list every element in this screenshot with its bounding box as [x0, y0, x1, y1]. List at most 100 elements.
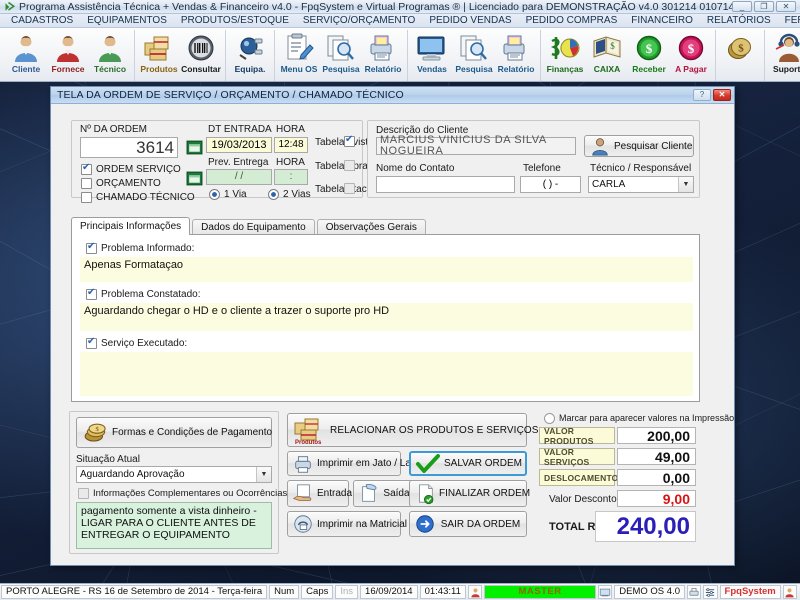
- money-chart-icon: [550, 37, 580, 59]
- menu-item-relat-rios[interactable]: RELATÓRIOS: [700, 14, 778, 28]
- checkbox-info-complementares[interactable]: [78, 488, 89, 499]
- service-order-title-text: TELA DA ORDEM DE SERVIÇO / ORÇAMENTO / C…: [57, 89, 404, 101]
- checkbox-tabela-avista[interactable]: [344, 134, 355, 147]
- toolbar-button-relat-rio[interactable]: Relatório: [495, 30, 537, 80]
- menu-item-financeiro[interactable]: FINANCEIRO: [624, 14, 700, 28]
- toolbar-button-relat-rio[interactable]: Relatório: [362, 30, 404, 80]
- finalizar-ordem-label: FINALIZAR ORDEM: [439, 488, 531, 499]
- toolbar-button-produtos[interactable]: Produtos: [138, 30, 180, 80]
- relacionar-produtos-button[interactable]: Produtos RELACIONAR OS PRODUTOS E SERVIÇ…: [287, 413, 538, 447]
- label-servico-executado: Serviço Executado:: [101, 338, 188, 349]
- checkbox-tabela-aprazo[interactable]: [344, 160, 355, 171]
- toolbar-button-a-pagar[interactable]: $ A Pagar: [670, 30, 712, 80]
- toolbar-button-vendas[interactable]: Vendas: [411, 30, 453, 80]
- form-close-button[interactable]: ✕: [713, 89, 731, 101]
- help-button[interactable]: ?: [693, 89, 711, 101]
- printer-icon[interactable]: [687, 585, 702, 599]
- finalizar-ordem-button[interactable]: FINALIZAR ORDEM: [409, 480, 531, 507]
- toolbar-button-equipa[interactable]: Equipa.: [229, 30, 271, 80]
- tab-principais-informa-es[interactable]: Principais Informações: [71, 217, 191, 235]
- toolbar-button-t-cnico[interactable]: Técnico: [89, 30, 131, 80]
- menu-item-equipamentos[interactable]: EQUIPAMENTOS: [80, 14, 174, 28]
- toolbar-button-caixa[interactable]: $ CAIXA: [586, 30, 628, 80]
- toolbar-button-pesquisa[interactable]: Pesquisa: [453, 30, 495, 80]
- toolbar-button-consultar[interactable]: Consultar: [180, 30, 222, 80]
- chevron-down-icon[interactable]: ▼: [678, 177, 693, 192]
- prev-entrega-input[interactable]: / /: [206, 169, 272, 185]
- dt-entrada-input[interactable]: 19/03/2013: [206, 137, 272, 153]
- tecnico-combo-value: CARLA: [592, 179, 626, 190]
- checkbox-chamado-tecnico[interactable]: [81, 192, 92, 203]
- menu-item-ferramentas[interactable]: FERRAMENTAS: [778, 14, 800, 28]
- toolbar-button-pesquisa[interactable]: Pesquisa: [320, 30, 362, 80]
- menu-item-pedido-vendas[interactable]: PEDIDO VENDAS: [422, 14, 518, 28]
- calendar-icon-entrega[interactable]: [186, 170, 203, 187]
- toolbar-button-fornece[interactable]: Fornece: [47, 30, 89, 80]
- sair-da-ordem-button[interactable]: SAIR DA ORDEM: [409, 511, 527, 537]
- order-number-input[interactable]: 3614: [80, 137, 178, 158]
- tecnico-combo[interactable]: CARLA ▼: [588, 176, 694, 193]
- checkbox-orcamento[interactable]: [81, 178, 92, 189]
- toolbar-button-cliente[interactable]: Cliente: [5, 30, 47, 80]
- contact-name-input[interactable]: [376, 176, 515, 193]
- calendar-icon-entrada[interactable]: [186, 139, 203, 156]
- radio-2-vias[interactable]: [268, 189, 279, 200]
- chevron-down-icon[interactable]: ▼: [256, 467, 271, 482]
- menu-item-servi-o-or-amento[interactable]: SERVIÇO/ORÇAMENTO: [296, 14, 422, 28]
- value-valor-servicos[interactable]: 49,00: [617, 448, 696, 465]
- menu-item-produtos-estoque[interactable]: PRODUTOS/ESTOQUE: [174, 14, 296, 28]
- saida-button[interactable]: Saída: [353, 480, 415, 507]
- toolbar-button-receber[interactable]: $ Receber: [628, 30, 670, 80]
- toolbar-button-finan-as[interactable]: Finanças: [544, 30, 586, 80]
- toolbar-button-label: Consultar: [181, 64, 221, 74]
- maximize-button[interactable]: ❐: [754, 1, 774, 12]
- value-valor-produtos[interactable]: 200,00: [617, 427, 696, 444]
- situacao-combo[interactable]: Aguardando Aprovação ▼: [76, 466, 272, 483]
- menu-item-cadastros[interactable]: CADASTROS: [4, 14, 80, 28]
- checkbox-problema-informado[interactable]: [86, 241, 97, 254]
- imprimir-matricial-button[interactable]: Imprimir na Matricial: [287, 511, 407, 537]
- toolbar-group-7: Suporte: [765, 30, 800, 81]
- brand-user-icon: [782, 585, 798, 599]
- search-client-button[interactable]: Pesquisar Cliente: [584, 135, 694, 157]
- payment-conditions-button[interactable]: $ Formas e Condições de Pagamento: [76, 417, 272, 448]
- memo-problema-informado[interactable]: Apenas Formataçao: [80, 257, 693, 282]
- radio-marcar-valores-impressao[interactable]: [544, 413, 555, 424]
- hora-entrada-input[interactable]: 12:48: [274, 137, 308, 153]
- checkbox-problema-constatado[interactable]: [86, 287, 97, 300]
- printer-icon: [295, 455, 311, 473]
- menu-item-pedido-compras[interactable]: PEDIDO COMPRAS: [519, 14, 625, 28]
- label-orcamento: ORÇAMENTO: [96, 178, 161, 189]
- memo-info-complementares[interactable]: pagamento somente a vista dinheiro - LIG…: [76, 502, 272, 549]
- hora-entrega-input[interactable]: :: [274, 169, 308, 185]
- memo-problema-constatado[interactable]: Aguardando chegar o HD e o cliente a tra…: [80, 303, 693, 331]
- checkbox-ordem-servico[interactable]: [81, 162, 92, 175]
- memo-servico-executado[interactable]: [80, 352, 693, 396]
- situacao-label: Situação Atual: [76, 454, 140, 465]
- coin-red-icon: $: [678, 35, 704, 61]
- svg-text:$: $: [646, 41, 653, 56]
- minimize-button[interactable]: _: [732, 1, 752, 12]
- document-check-icon: [419, 483, 434, 504]
- client-desc-input[interactable]: MARCIUS VINICIUS DA SILVA NOGUEIRA: [376, 135, 576, 157]
- checkbox-servico-executado[interactable]: [86, 336, 97, 349]
- entrada-button[interactable]: Entrada: [287, 480, 352, 507]
- toolbar-button-menu-os[interactable]: Menu OS: [278, 30, 320, 80]
- status-num: Num: [269, 585, 300, 599]
- tab-dados-do-equipamento[interactable]: Dados do Equipamento: [192, 219, 315, 235]
- radio-1-via[interactable]: [209, 189, 220, 200]
- status-demo: DEMO OS 4.0: [614, 585, 685, 599]
- close-button[interactable]: ✕: [776, 1, 796, 12]
- tab-observa-es-gerais[interactable]: Observações Gerais: [316, 219, 426, 235]
- toolbar-button-suporte[interactable]: Suporte: [768, 30, 800, 80]
- status-location: PORTO ALEGRE - RS 16 de Setembro de 2014…: [1, 585, 268, 599]
- checkbox-tabela-atacado[interactable]: [344, 183, 355, 194]
- service-order-title-bar: TELA DA ORDEM DE SERVIÇO / ORÇAMENTO / C…: [51, 87, 734, 104]
- telefone-input[interactable]: ( ) -: [520, 176, 581, 193]
- value-valor-desconto[interactable]: 9,00: [617, 490, 696, 507]
- value-deslocamento[interactable]: 0,00: [617, 469, 696, 486]
- salvar-ordem-button[interactable]: SALVAR ORDEM: [409, 451, 527, 476]
- toolbar-button-coin-gold[interactable]: $: [719, 30, 761, 80]
- imprimir-jato-laser-button[interactable]: Imprimir em Jato / Laser: [287, 451, 425, 476]
- settings-icon[interactable]: [703, 585, 718, 599]
